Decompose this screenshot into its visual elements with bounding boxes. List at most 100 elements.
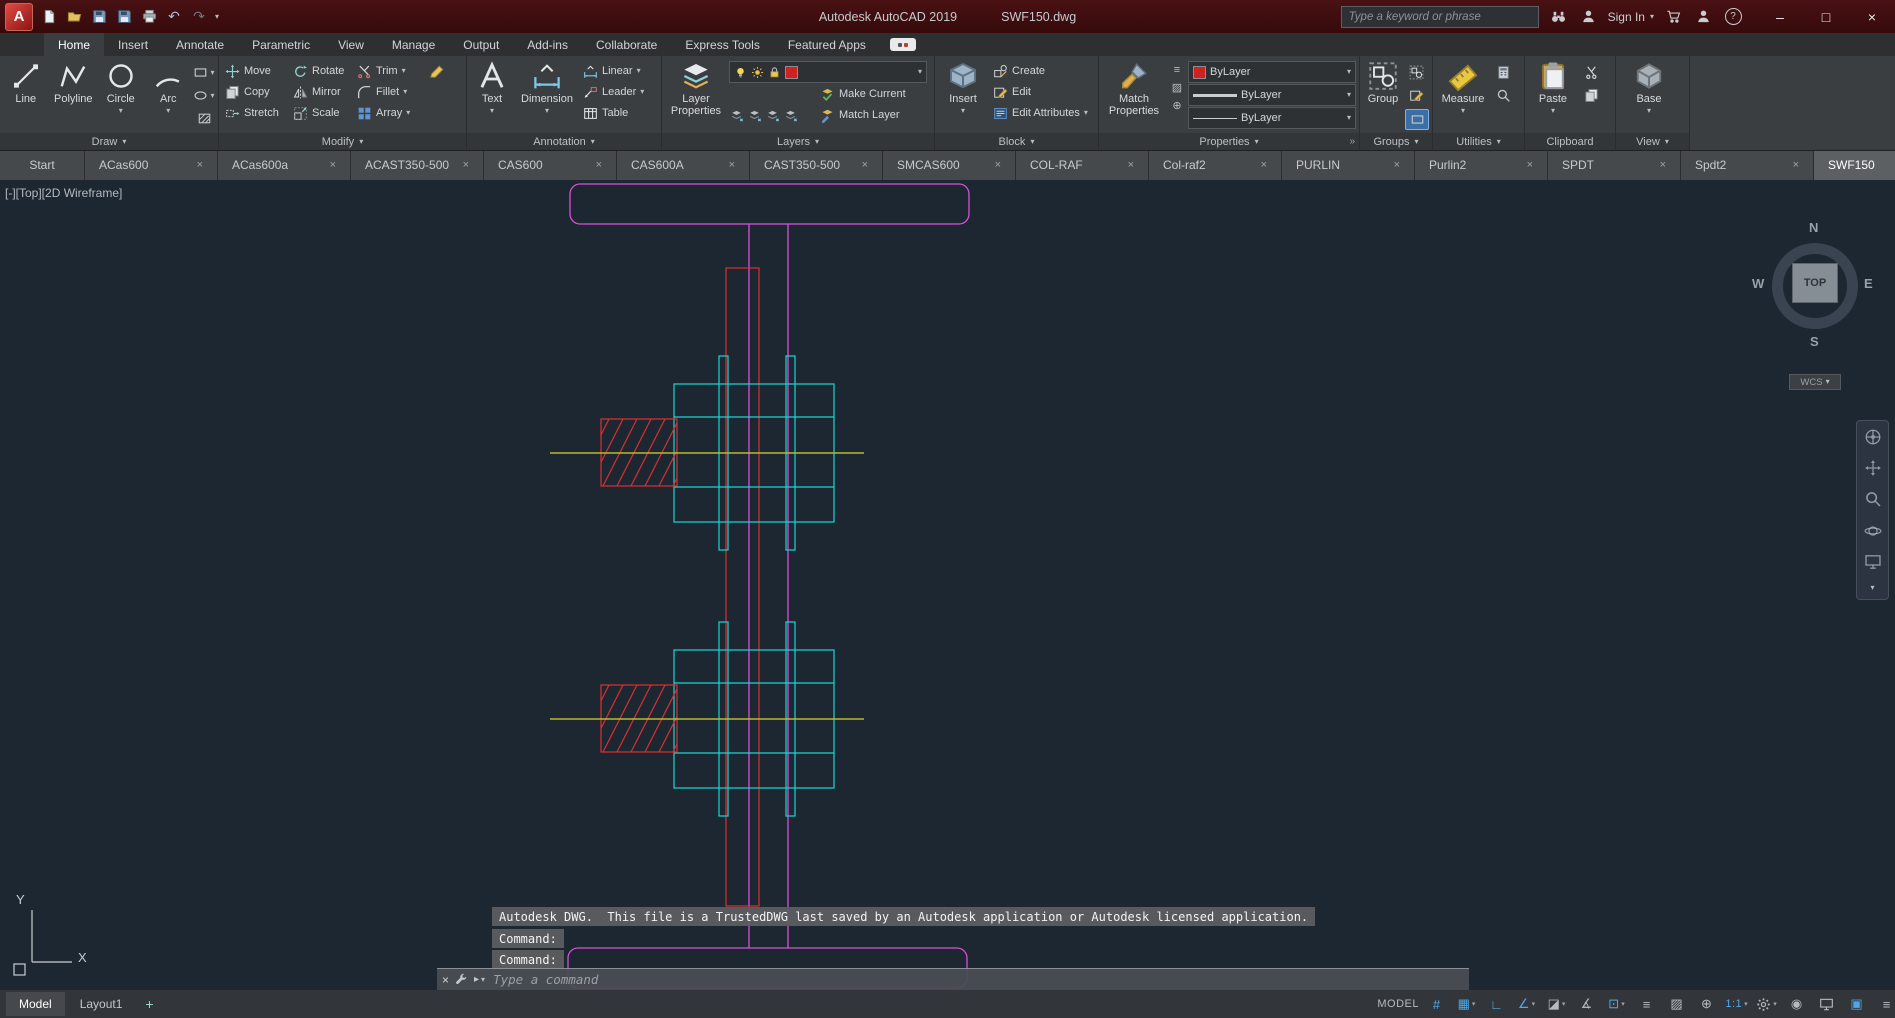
layer-tool-icon[interactable] bbox=[747, 108, 762, 123]
snap-mode-icon[interactable]: ▦▾ bbox=[1452, 993, 1481, 1015]
viewcube[interactable]: N S W E TOP bbox=[1752, 218, 1876, 358]
close-icon[interactable]: × bbox=[862, 159, 868, 171]
zoom-icon[interactable] bbox=[1864, 490, 1882, 508]
tab-express-tools[interactable]: Express Tools bbox=[671, 33, 773, 56]
file-tab-smcas600[interactable]: SMCAS600× bbox=[883, 150, 1016, 180]
edit-block-button[interactable]: Edit bbox=[990, 82, 1094, 102]
graphics-performance-icon[interactable] bbox=[1812, 993, 1841, 1015]
rotate-button[interactable]: Rotate bbox=[290, 61, 352, 81]
file-tab-col-raf[interactable]: COL-RAF× bbox=[1016, 150, 1149, 180]
polyline-button[interactable]: Polyline bbox=[51, 58, 97, 133]
isometric-drafting-icon[interactable]: ◪▾ bbox=[1542, 993, 1571, 1015]
array-button[interactable]: Array▾ bbox=[354, 103, 424, 123]
tab-output[interactable]: Output bbox=[449, 33, 513, 56]
viewcube-east[interactable]: E bbox=[1864, 276, 1873, 291]
lineweight-display-icon[interactable]: ≡ bbox=[1632, 993, 1661, 1015]
file-tab-purlin2[interactable]: Purlin2× bbox=[1415, 150, 1548, 180]
file-tab-cas600a[interactable]: CAS600A× bbox=[617, 150, 750, 180]
plot-button[interactable] bbox=[140, 8, 158, 26]
transparency-tool-icon[interactable]: ▨ bbox=[1172, 81, 1182, 94]
file-tab-purlin[interactable]: PURLIN× bbox=[1282, 150, 1415, 180]
pan-icon[interactable] bbox=[1864, 459, 1882, 477]
autodesk-account-icon[interactable] bbox=[1689, 4, 1717, 30]
tab-collaborate[interactable]: Collaborate bbox=[582, 33, 671, 56]
id-point-button[interactable] bbox=[1492, 86, 1514, 105]
recent-commands-icon[interactable]: ▸▾ bbox=[474, 974, 485, 985]
close-icon[interactable]: × bbox=[442, 973, 449, 987]
close-icon[interactable]: × bbox=[1394, 159, 1400, 171]
properties-list-icon[interactable]: ≡ bbox=[1174, 64, 1180, 76]
clean-screen-icon[interactable]: ▣ bbox=[1842, 993, 1871, 1015]
file-tab-spdt2[interactable]: Spdt2× bbox=[1681, 150, 1814, 180]
layout1-tab[interactable]: Layout1 bbox=[67, 992, 136, 1016]
scale-button[interactable]: Scale bbox=[290, 103, 352, 123]
viewcube-north[interactable]: N bbox=[1809, 220, 1818, 235]
circle-button[interactable]: Circle ▾ bbox=[98, 58, 144, 133]
panel-launcher-icon[interactable]: » bbox=[1349, 136, 1355, 147]
autocad-logo-icon[interactable]: A bbox=[5, 3, 33, 31]
arc-button[interactable]: Arc ▾ bbox=[146, 58, 192, 133]
close-icon[interactable]: × bbox=[596, 159, 602, 171]
steering-wheel-icon[interactable] bbox=[1864, 428, 1882, 446]
base-button[interactable]: Base ▾ bbox=[1619, 58, 1679, 133]
draw-panel-label[interactable]: Draw ▾ bbox=[0, 133, 218, 150]
close-icon[interactable]: × bbox=[1793, 159, 1799, 171]
paste-button[interactable]: Paste ▾ bbox=[1528, 58, 1578, 133]
orbit-icon[interactable] bbox=[1864, 522, 1882, 540]
save-as-button[interactable] bbox=[115, 8, 133, 26]
annotation-scale-button[interactable]: 1:1▾ bbox=[1722, 993, 1751, 1015]
close-icon[interactable]: × bbox=[1527, 159, 1533, 171]
object-color-dropdown[interactable]: ByLayer ▾ bbox=[1188, 61, 1356, 83]
grid-display-icon[interactable]: # bbox=[1422, 993, 1451, 1015]
close-icon[interactable]: × bbox=[1660, 159, 1666, 171]
drawing-canvas[interactable] bbox=[0, 180, 1895, 990]
modify-extra-button[interactable] bbox=[426, 61, 447, 81]
file-tab-acast350-500[interactable]: ACAST350-500× bbox=[351, 150, 484, 180]
viewcube-top-face[interactable]: TOP bbox=[1792, 263, 1838, 303]
model-space-canvas[interactable]: [-][Top][2D Wireframe] N S W E TOP WCS ▾… bbox=[0, 180, 1895, 990]
command-input-bar[interactable]: × ▸▾ bbox=[437, 968, 1469, 990]
dimension-button[interactable]: Dimension ▾ bbox=[516, 58, 578, 133]
search-input[interactable] bbox=[1347, 10, 1533, 24]
tab-add-ins[interactable]: Add-ins bbox=[513, 33, 582, 56]
table-button[interactable]: Table bbox=[580, 103, 656, 123]
copy-clip-button[interactable] bbox=[1580, 86, 1602, 105]
tab-annotate[interactable]: Annotate bbox=[162, 33, 238, 56]
minimize-button[interactable]: – bbox=[1757, 0, 1803, 33]
exchange-apps-icon[interactable] bbox=[890, 33, 916, 56]
annotation-panel-label[interactable]: Annotation ▾ bbox=[467, 133, 661, 150]
match-layer-button[interactable]: Match Layer bbox=[817, 105, 903, 125]
selection-cycling-icon[interactable]: ⊕ bbox=[1692, 993, 1721, 1015]
object-snap-tracking-icon[interactable]: ∡ bbox=[1572, 993, 1601, 1015]
close-icon[interactable]: × bbox=[330, 159, 336, 171]
cut-button[interactable] bbox=[1580, 63, 1602, 82]
mirror-button[interactable]: Mirror bbox=[290, 82, 352, 102]
new-file-button[interactable] bbox=[40, 8, 58, 26]
file-tab-spdt[interactable]: SPDT× bbox=[1548, 150, 1681, 180]
search-icon[interactable] bbox=[1545, 4, 1573, 30]
groups-panel-label[interactable]: Groups ▾ bbox=[1360, 133, 1432, 150]
group-edit-button[interactable] bbox=[1405, 86, 1427, 105]
file-tab-cast350-500[interactable]: CAST350-500× bbox=[750, 150, 883, 180]
command-input[interactable] bbox=[491, 971, 1464, 988]
new-layout-button[interactable]: + bbox=[137, 993, 161, 1015]
undo-button[interactable]: ↶ bbox=[165, 8, 183, 26]
stretch-button[interactable]: Stretch bbox=[222, 103, 288, 123]
tab-home[interactable]: Home bbox=[44, 33, 104, 56]
viewport-controls[interactable]: [-][Top][2D Wireframe] bbox=[5, 186, 122, 200]
layer-tool-icon[interactable] bbox=[765, 108, 780, 123]
linear-dimension-button[interactable]: Linear▾ bbox=[580, 61, 656, 81]
show-motion-icon[interactable] bbox=[1864, 553, 1882, 571]
file-tab-cas600[interactable]: CAS600× bbox=[484, 150, 617, 180]
polar-tracking-icon[interactable]: ∠▾ bbox=[1512, 993, 1541, 1015]
layer-properties-button[interactable]: Layer Properties bbox=[665, 58, 727, 133]
utilities-panel-label[interactable]: Utilities ▾ bbox=[1433, 133, 1524, 150]
fillet-button[interactable]: Fillet▾ bbox=[354, 82, 424, 102]
annotation-monitor-icon[interactable]: ◉ bbox=[1782, 993, 1811, 1015]
clipboard-panel-label[interactable]: Clipboard bbox=[1525, 133, 1615, 150]
lineweight-dropdown[interactable]: ByLayer ▾ bbox=[1188, 84, 1356, 106]
trim-button[interactable]: Trim▾ bbox=[354, 61, 424, 81]
edit-attributes-button[interactable]: Edit Attributes▾ bbox=[990, 103, 1094, 123]
close-icon[interactable]: × bbox=[197, 159, 203, 171]
open-file-button[interactable] bbox=[65, 8, 83, 26]
